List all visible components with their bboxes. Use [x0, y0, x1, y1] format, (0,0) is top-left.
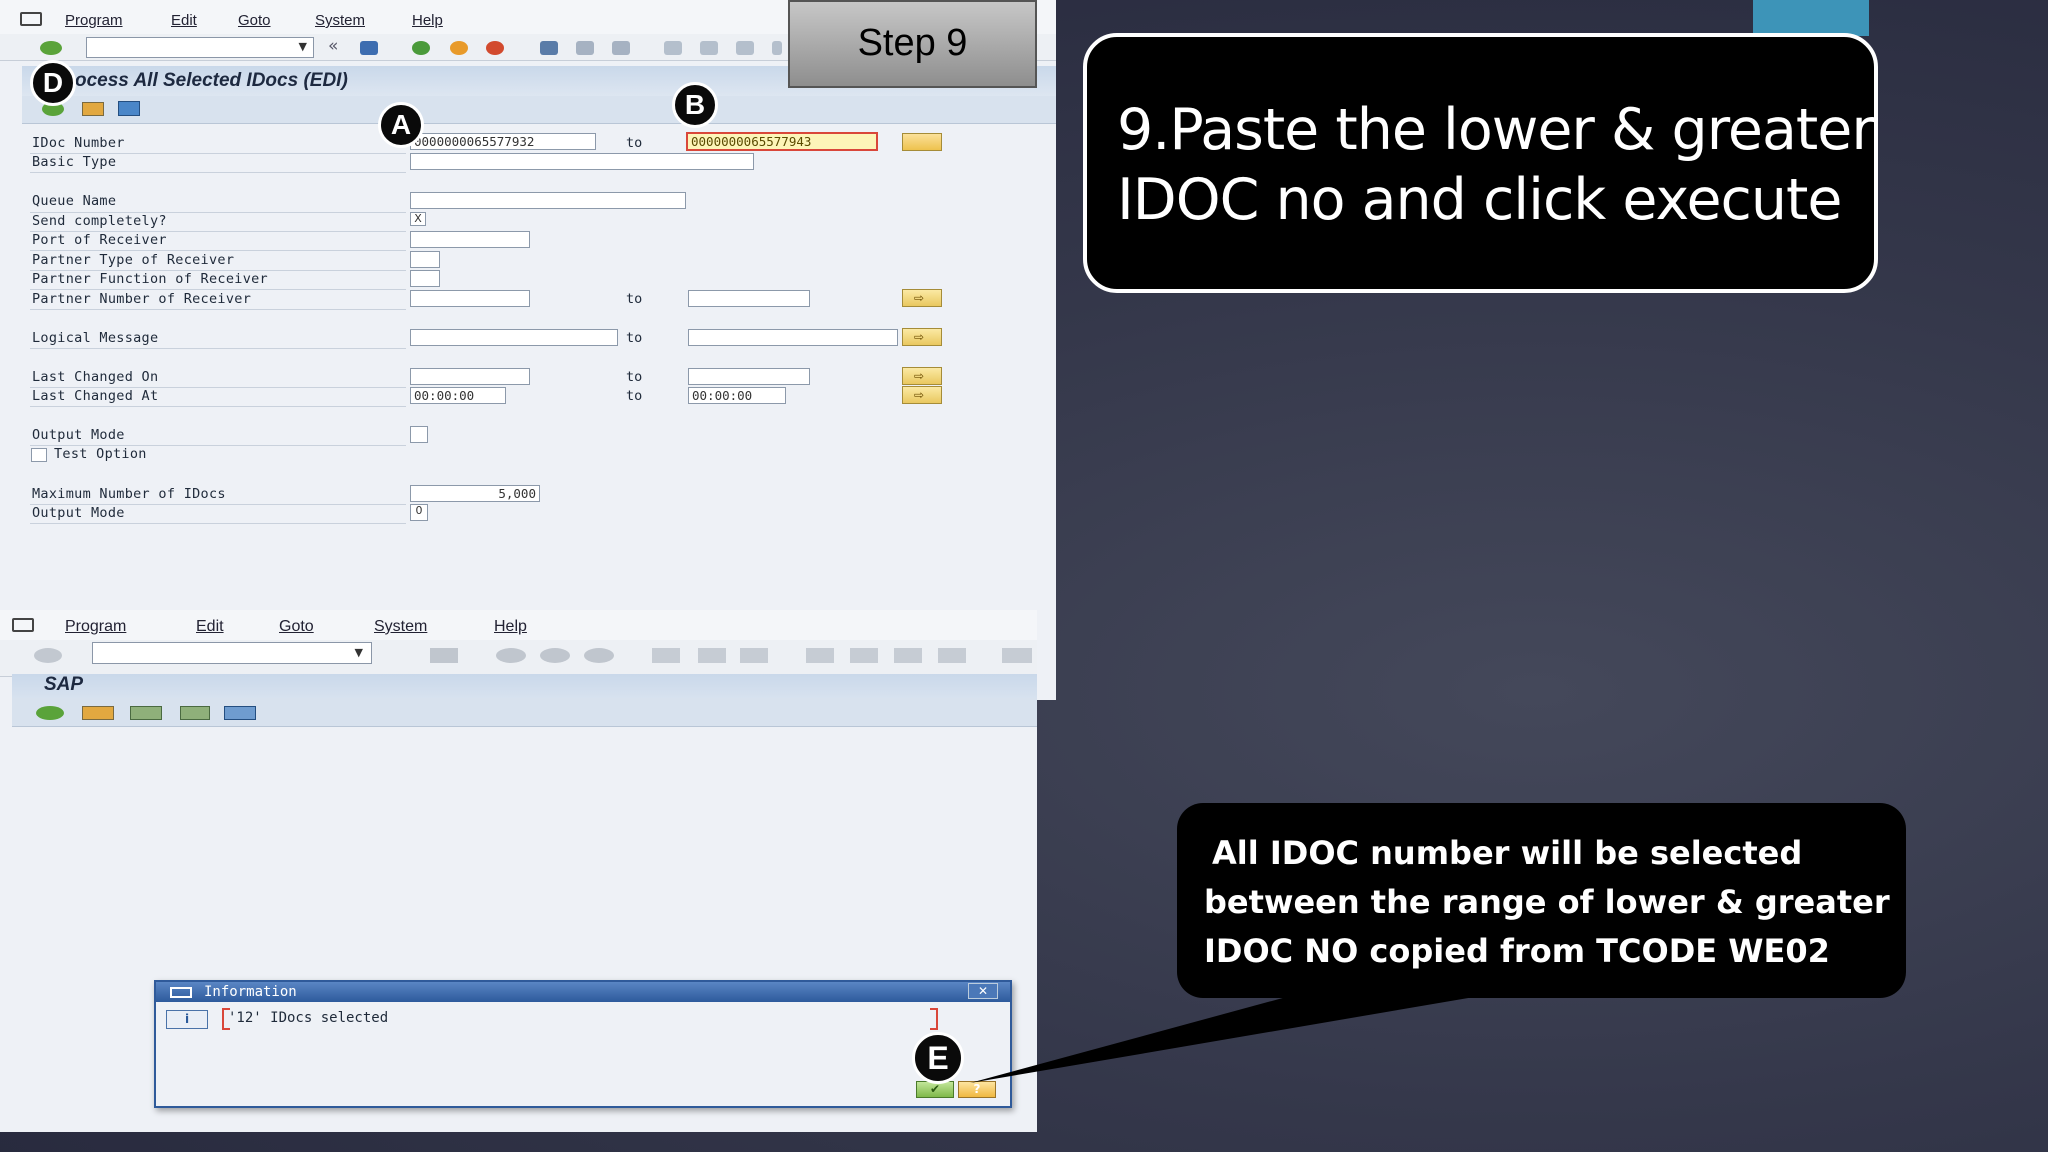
note-line-1: All IDOC number will be selected [1212, 834, 1803, 872]
instruction-callout: 9.Paste the lower & greater IDOC no and … [1083, 33, 1878, 293]
instruction-line-2: IDOC no and click execute [1117, 167, 1842, 233]
badge-d: D [30, 60, 76, 106]
instruction-line-1: 9.Paste the lower & greater [1117, 97, 1875, 163]
badge-b: B [672, 82, 718, 128]
callout-pointer-triangle [970, 996, 1480, 1083]
note-line-3: IDOC NO copied from TCODE WE02 [1204, 932, 1830, 970]
badge-e: E [912, 1032, 964, 1084]
note-line-2: between the range of lower & greater [1204, 883, 1890, 921]
note-callout: All IDOC number will be selected between… [1177, 803, 1906, 998]
badge-a: A [378, 102, 424, 148]
